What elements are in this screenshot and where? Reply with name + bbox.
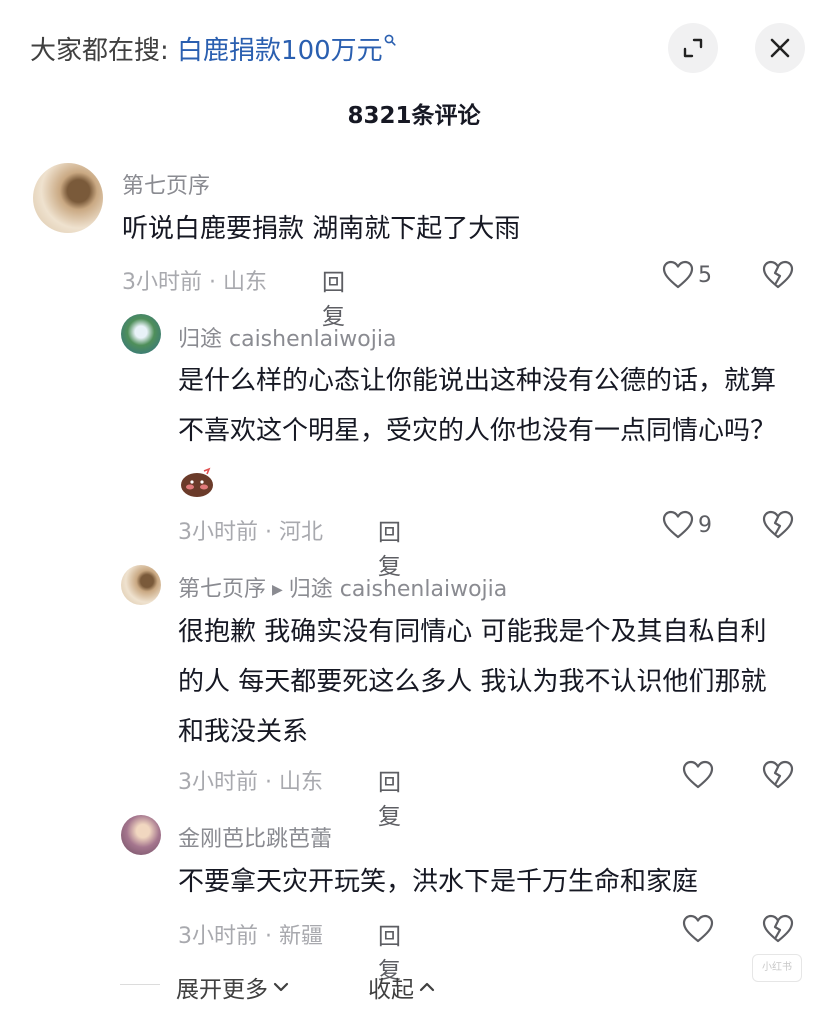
search-icon [384, 34, 396, 46]
blushing-emoji-icon [178, 466, 216, 498]
chevron-up-icon [419, 982, 435, 992]
close-icon [770, 38, 790, 58]
heart-icon [682, 914, 714, 943]
reply-target[interactable]: 归途 caishenlaiwojia [289, 577, 507, 602]
dislike-button[interactable] [762, 914, 794, 948]
avatar[interactable] [121, 565, 161, 605]
watermark-logo: 小红书 [752, 954, 802, 982]
comment-meta: 3小时前 · 山东 [122, 270, 267, 295]
heart-icon [662, 510, 694, 539]
comment-meta: 3小时前 · 河北 [178, 520, 323, 545]
comment-text: 不要拿天灾开玩笑，洪水下是千万生命和家庭 [178, 867, 699, 897]
search-keyword[interactable]: 白鹿捐款100万元 [177, 36, 383, 66]
reply-author[interactable]: 第七页序 [178, 577, 266, 602]
chevron-down-icon [273, 982, 289, 992]
search-prefix: 大家都在搜: [30, 36, 178, 66]
like-button[interactable]: 9 [662, 510, 712, 540]
comment-count: 8321条评论 [347, 103, 481, 129]
comment-text: 很抱歉 我确实没有同情心 可能我是个及其自私自利的人 每天都要死这么多人 我认为… [178, 617, 767, 747]
reply-arrow-icon: ▶ [272, 582, 283, 598]
comment-text: 是什么样的心态让你能说出这种没有公德的话，就算不喜欢这个明星，受灾的人你也没有一… [178, 356, 788, 506]
avatar[interactable] [33, 163, 103, 233]
collapse-button[interactable]: 收起 [368, 970, 436, 1004]
dislike-button[interactable] [762, 760, 794, 794]
like-button[interactable]: 5 [662, 260, 712, 290]
comment-meta: 3小时前 · 新疆 [178, 924, 323, 949]
expand-icon [683, 38, 703, 58]
divider [120, 984, 160, 985]
search-suggestion[interactable]: 大家都在搜: 白鹿捐款100万元 [30, 30, 396, 67]
dislike-button[interactable] [762, 260, 794, 294]
like-button[interactable] [682, 760, 714, 790]
comment-username[interactable]: 第七页序 [122, 168, 210, 200]
comment-username[interactable]: 归途 caishenlaiwojia [178, 321, 396, 353]
dislike-button[interactable] [762, 510, 794, 544]
close-button[interactable] [755, 23, 805, 73]
broken-heart-icon [762, 760, 794, 789]
comment-text-content: 是什么样的心态让你能说出这种没有公德的话，就算不喜欢这个明星，受灾的人你也没有一… [178, 366, 777, 446]
expand-more-button[interactable]: 展开更多 [176, 970, 290, 1004]
avatar[interactable] [121, 314, 161, 354]
broken-heart-icon [762, 914, 794, 943]
broken-heart-icon [762, 510, 794, 539]
heart-icon [682, 760, 714, 789]
comment-username[interactable]: 金刚芭比跳芭蕾 [178, 821, 332, 853]
reply-button[interactable]: 回复 [378, 763, 401, 831]
avatar[interactable] [121, 815, 161, 855]
comment-username[interactable]: 第七页序 ▶ 归途 caishenlaiwojia [178, 571, 507, 603]
fullscreen-button[interactable] [668, 23, 718, 73]
like-button[interactable] [682, 914, 714, 944]
comment-text: 听说白鹿要捐款 湖南就下起了大雨 [122, 214, 521, 244]
expand-more-label: 展开更多 [176, 977, 268, 1003]
collapse-label: 收起 [368, 977, 414, 1003]
like-count: 9 [698, 512, 712, 538]
broken-heart-icon [762, 260, 794, 289]
top-bar: 大家都在搜: 白鹿捐款100万元 8321条评论 [0, 0, 828, 129]
like-count: 5 [698, 262, 712, 288]
heart-icon [662, 260, 694, 289]
comment-meta: 3小时前 · 山东 [178, 770, 323, 795]
